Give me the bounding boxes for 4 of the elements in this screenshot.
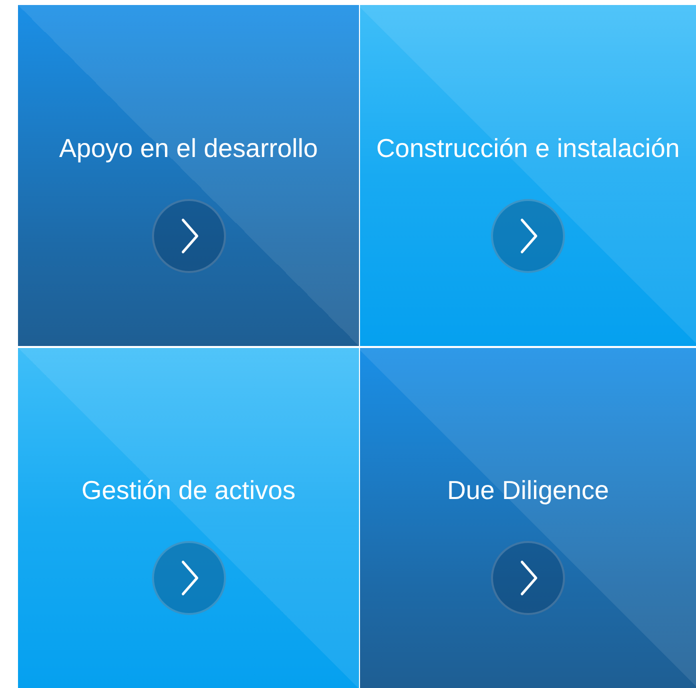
tile-title: Apoyo en el desarrollo (59, 132, 318, 164)
tile-title: Gestión de activos (82, 474, 296, 507)
tile-title: Due Diligence (447, 474, 609, 507)
tile-title: Construcción e instalación (376, 132, 680, 164)
